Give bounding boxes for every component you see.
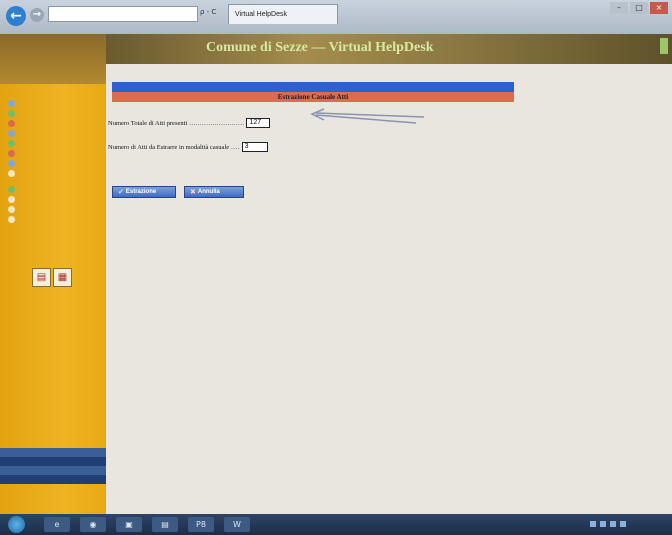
bullet-icon bbox=[8, 109, 15, 117]
cancel-button-label: Annulla bbox=[197, 189, 220, 195]
bullet-icon bbox=[8, 169, 15, 177]
menu-item[interactable] bbox=[8, 138, 104, 148]
menu-item[interactable] bbox=[8, 204, 104, 214]
sidebar-footer bbox=[0, 448, 106, 484]
title-bar bbox=[112, 82, 514, 92]
sidebar-icons: ▤ ▦ bbox=[32, 268, 72, 287]
menu-item[interactable] bbox=[8, 184, 104, 194]
taskbar-item[interactable]: W bbox=[224, 517, 250, 532]
bullet-icon bbox=[8, 215, 15, 223]
bullet-icon bbox=[8, 139, 15, 147]
menu-item[interactable] bbox=[8, 168, 104, 178]
menu-item[interactable] bbox=[8, 214, 104, 224]
bullet-icon bbox=[8, 119, 15, 127]
taskbar-item[interactable]: ◉ bbox=[80, 517, 106, 532]
extract-count-label: Numero di Atti da Estrarre in modalità c… bbox=[108, 143, 230, 151]
start-button[interactable] bbox=[8, 516, 25, 533]
page-header: Comune di Sezze — Virtual HelpDesk bbox=[106, 34, 672, 64]
bullet-icon bbox=[8, 195, 15, 203]
bullet-icon bbox=[8, 185, 15, 193]
forward-button[interactable]: → bbox=[30, 8, 44, 22]
tray-icon[interactable] bbox=[610, 521, 616, 527]
tray-icon[interactable] bbox=[600, 521, 606, 527]
menu-item[interactable] bbox=[8, 194, 104, 204]
total-acts-label: Numero Totale di Atti presenti bbox=[108, 119, 188, 127]
taskbar-item[interactable]: ▣ bbox=[116, 517, 142, 532]
sidebar: ▤ ▦ bbox=[0, 34, 106, 514]
leader-dots: .... bbox=[231, 143, 240, 151]
browser-toolbar: ← → ρ - C Virtual HelpDesk – □ × bbox=[0, 0, 672, 35]
leader-dots: .......................... bbox=[189, 119, 245, 127]
menu-item[interactable] bbox=[8, 118, 104, 128]
total-acts-field[interactable] bbox=[246, 118, 271, 128]
extract-count-row: Numero di Atti da Estrarre in modalità c… bbox=[108, 142, 268, 152]
taskbar-item[interactable]: P8 bbox=[188, 517, 214, 532]
refresh-icon[interactable]: ρ - C bbox=[200, 8, 216, 16]
arrow-annotation bbox=[310, 108, 425, 124]
back-button[interactable]: ← bbox=[6, 6, 26, 26]
page-title: Comune di Sezze — Virtual HelpDesk bbox=[206, 40, 434, 55]
taskbar-item[interactable]: ▤ bbox=[152, 517, 178, 532]
maximize-button[interactable]: □ bbox=[630, 2, 648, 14]
cancel-icon: ✖ bbox=[190, 188, 196, 196]
taskbar-item[interactable]: e bbox=[44, 517, 70, 532]
section-title: Estrazione Casuale Atti bbox=[277, 93, 349, 101]
bullet-icon bbox=[8, 99, 15, 107]
taskbar-items: e ◉ ▣ ▤ P8 W bbox=[44, 517, 250, 532]
bullet-icon bbox=[8, 129, 15, 137]
header-ornament bbox=[660, 38, 668, 54]
extract-button-label: Estrazione bbox=[125, 189, 157, 195]
form-buttons: ✔ Estrazione ✖ Annulla bbox=[112, 186, 244, 198]
bullet-icon bbox=[8, 149, 15, 157]
address-bar[interactable] bbox=[48, 6, 198, 22]
web-page: ▤ ▦ Comune di Sezze — Virtual HelpDesk E… bbox=[0, 34, 672, 514]
bullet-icon bbox=[8, 205, 15, 213]
menu-item[interactable] bbox=[8, 98, 104, 108]
tray-icon[interactable] bbox=[590, 521, 596, 527]
browser-tab[interactable]: Virtual HelpDesk bbox=[228, 4, 338, 24]
tray-icon[interactable] bbox=[620, 521, 626, 527]
sidebar-header bbox=[0, 34, 106, 84]
minimize-button[interactable]: – bbox=[610, 2, 628, 14]
grid-icon[interactable]: ▦ bbox=[53, 268, 72, 287]
total-acts-row: Numero Totale di Atti presenti .........… bbox=[108, 118, 271, 128]
system-tray bbox=[590, 521, 626, 527]
menu-item[interactable] bbox=[8, 108, 104, 118]
menu-item[interactable] bbox=[8, 148, 104, 158]
cancel-button[interactable]: ✖ Annulla bbox=[184, 186, 244, 198]
menu-item[interactable] bbox=[8, 158, 104, 168]
close-button[interactable]: × bbox=[650, 2, 668, 14]
section-header: Estrazione Casuale Atti bbox=[112, 92, 514, 102]
menu-item[interactable] bbox=[8, 128, 104, 138]
check-icon: ✔ bbox=[118, 188, 124, 196]
taskbar: e ◉ ▣ ▤ P8 W bbox=[0, 514, 672, 535]
bullet-icon bbox=[8, 159, 15, 167]
document-icon[interactable]: ▤ bbox=[32, 268, 51, 287]
extract-button[interactable]: ✔ Estrazione bbox=[112, 186, 176, 198]
sidebar-menu bbox=[8, 98, 104, 224]
extract-count-field[interactable] bbox=[241, 142, 268, 152]
main-content: Estrazione Casuale Atti Numero Totale di… bbox=[106, 64, 672, 514]
window-controls: – □ × bbox=[610, 2, 668, 14]
